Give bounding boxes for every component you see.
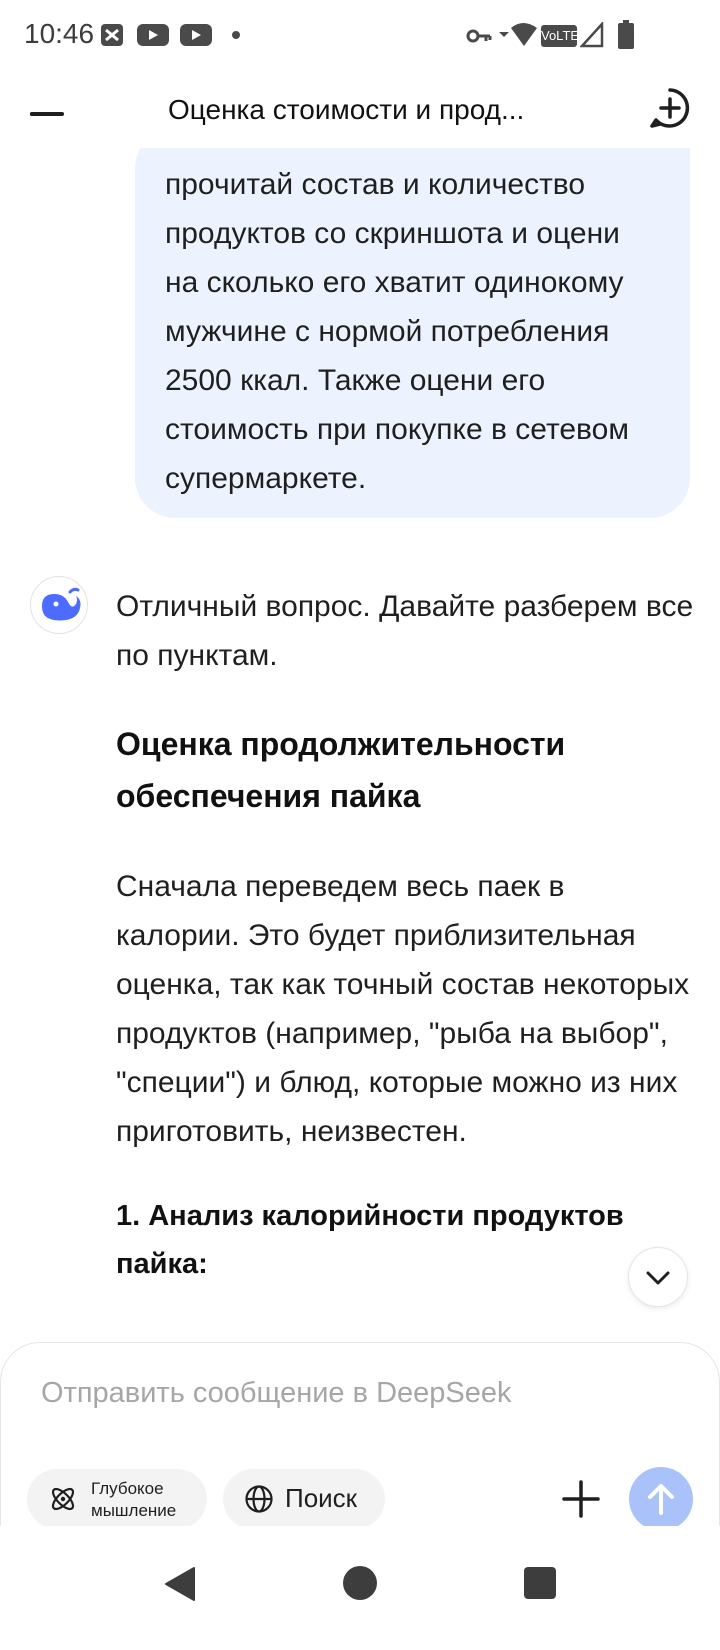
- menu-button[interactable]: [30, 92, 70, 128]
- deep-thinking-label: Глубокое мышление: [91, 1479, 177, 1520]
- menu-icon: [30, 112, 64, 116]
- status-bar: 10:46 VoLTE: [0, 0, 720, 72]
- vpn-key-icon: [466, 29, 492, 43]
- volte-icon: VoLTE: [541, 25, 580, 47]
- notification-app-icon: [101, 24, 123, 46]
- search-button[interactable]: Поиск: [223, 1469, 385, 1529]
- back-icon[interactable]: [164, 1566, 196, 1602]
- system-nav-bar: [0, 1526, 720, 1650]
- assistant-intro: Отличный вопрос. Давайте разберем все по…: [116, 590, 694, 672]
- recents-icon[interactable]: [524, 1567, 556, 1599]
- wifi-icon: [499, 23, 537, 46]
- assistant-subheading: 1. Анализ калорийности продуктов пайка:: [116, 1200, 624, 1280]
- plus-icon[interactable]: [561, 1479, 601, 1519]
- send-button[interactable]: [629, 1467, 693, 1531]
- message-input[interactable]: [41, 1377, 661, 1410]
- globe-icon: [245, 1485, 273, 1513]
- arrow-up-icon: [648, 1484, 674, 1515]
- dot-icon: [232, 31, 240, 39]
- chat-area[interactable]: прочитай состав и количество продуктов с…: [0, 148, 720, 1342]
- scroll-down-button[interactable]: [628, 1247, 688, 1307]
- chat-title[interactable]: Оценка стоимости и прод...: [168, 94, 568, 126]
- home-icon[interactable]: [343, 1566, 377, 1600]
- volte-label: VoLTE: [541, 28, 580, 43]
- deep-thinking-button[interactable]: Глубокое мышление: [27, 1469, 207, 1529]
- search-label: Поиск: [285, 1483, 358, 1513]
- assistant-message: Отличный вопрос. Давайте разберем все по…: [116, 582, 696, 1288]
- assistant-avatar: [30, 576, 88, 634]
- user-message-text: прочитай состав и количество продуктов с…: [165, 168, 629, 495]
- message-composer: Глубокое мышление Поиск: [0, 1342, 720, 1531]
- chevron-down-icon: [646, 1271, 670, 1285]
- atom-icon: [51, 1487, 75, 1511]
- youtube-icon: [180, 24, 212, 46]
- youtube-icon: [137, 24, 169, 46]
- assistant-paragraph: Сначала переведем весь паек в калории. Э…: [116, 870, 690, 1148]
- signal-icon: [580, 22, 604, 48]
- new-chat-icon[interactable]: [648, 86, 692, 130]
- status-time: 10:46: [24, 18, 95, 49]
- user-message-bubble: прочитай состав и количество продуктов с…: [135, 148, 690, 518]
- app-header: Оценка стоимости и прод...: [0, 72, 720, 148]
- deepseek-whale-icon: [42, 587, 81, 621]
- battery-icon: [618, 20, 634, 49]
- assistant-heading: Оценка продолжительности обеспечения пай…: [116, 726, 566, 814]
